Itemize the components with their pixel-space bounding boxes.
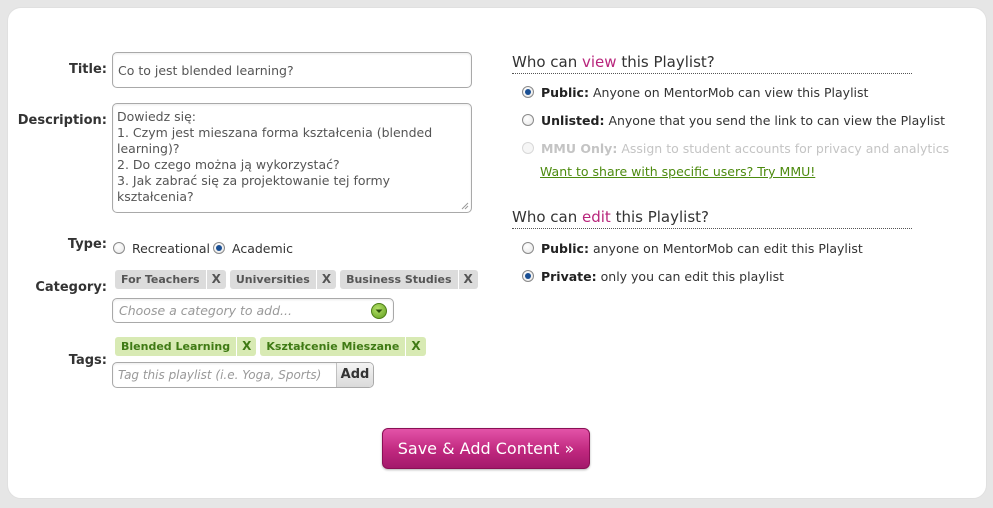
category-chip-list: For Teachers X Universities X Business S… — [115, 270, 482, 289]
tag-input[interactable]: Tag this playlist (i.e. Yoga, Sports) — [113, 363, 336, 387]
option-description: only you can edit this playlist — [600, 269, 784, 284]
title-input[interactable]: Co to jest blended learning? — [112, 52, 472, 88]
tag-chip-label: Kształcenie Mieszane — [266, 340, 400, 353]
heading-text: Who can — [512, 53, 582, 71]
type-option-recreational[interactable]: Recreational — [113, 241, 210, 256]
category-select[interactable]: Choose a category to add... — [112, 298, 394, 323]
tag-chip-list: Blended Learning X Kształcenie Mieszane … — [115, 337, 430, 356]
option-title: Public: — [540, 85, 589, 100]
remove-category-button[interactable]: X — [457, 270, 478, 289]
category-chip: Business Studies X — [340, 270, 478, 289]
category-chip: For Teachers X — [115, 270, 226, 289]
description-label: Description: — [17, 113, 107, 128]
tags-label: Tags: — [68, 353, 107, 368]
category-select-placeholder: Choose a category to add... — [119, 303, 292, 318]
save-add-content-button[interactable]: Save & Add Content » — [382, 428, 590, 469]
chevron-down-icon[interactable] — [371, 302, 387, 319]
radio-academic[interactable] — [213, 242, 225, 254]
radio-recreational[interactable] — [113, 242, 125, 254]
description-line: Dowiedz się: — [117, 109, 197, 124]
heading-accent: view — [582, 53, 617, 71]
radio-view-mmu — [522, 142, 534, 154]
radio-view-unlisted[interactable] — [522, 114, 534, 126]
option-description: Anyone on MentorMob can view this Playli… — [592, 85, 869, 100]
heading-accent: edit — [582, 208, 611, 226]
description-line: 1. Czym jest mieszana forma kształcenia … — [117, 125, 433, 140]
category-chip: Universities X — [229, 270, 337, 289]
description-line: 2. Do czego można ją wykorzystać? — [117, 157, 340, 172]
view-option-public[interactable]: Public: Anyone on MentorMob can view thi… — [522, 85, 868, 100]
edit-option-private[interactable]: Private: only you can edit this playlist — [522, 269, 784, 284]
resize-handle-icon[interactable] — [461, 202, 469, 210]
mmu-link[interactable]: Want to share with specific users? Try M… — [540, 164, 815, 179]
edit-option-public[interactable]: Public: anyone on MentorMob can edit thi… — [522, 241, 863, 256]
tag-input-group: Tag this playlist (i.e. Yoga, Sports) Ad… — [112, 362, 374, 388]
title-label: Title: — [68, 62, 107, 77]
option-title: Unlisted: — [540, 113, 605, 128]
option-title: Private: — [540, 269, 597, 284]
description-textarea[interactable]: Dowiedz się: 1. Czym jest mieszana forma… — [112, 103, 472, 213]
option-description: Anyone that you send the link to can vie… — [608, 113, 946, 128]
category-chip-label: Business Studies — [346, 273, 452, 286]
remove-category-button[interactable]: X — [315, 270, 336, 289]
heading-text: this Playlist? — [616, 53, 715, 71]
option-description: Assign to student accounts for privacy a… — [621, 141, 950, 156]
type-option-label: Academic — [231, 241, 293, 256]
heading-text: Who can — [512, 208, 582, 226]
remove-tag-button[interactable]: X — [405, 337, 425, 356]
remove-tag-button[interactable]: X — [236, 337, 256, 356]
heading-text: this Playlist? — [610, 208, 709, 226]
option-description: anyone on MentorMob can edit this Playli… — [592, 241, 863, 256]
tag-chip-label: Blended Learning — [121, 340, 231, 353]
edit-permission-heading: Who can edit this Playlist? — [512, 208, 912, 229]
type-option-label: Recreational — [131, 241, 210, 256]
tag-chip: Kształcenie Mieszane X — [260, 337, 426, 356]
view-option-unlisted[interactable]: Unlisted: Anyone that you send the link … — [522, 113, 945, 128]
category-chip-label: For Teachers — [121, 273, 200, 286]
remove-category-button[interactable]: X — [205, 270, 226, 289]
description-line: 3. Jak zabrać się za projektowanie tej f… — [117, 173, 391, 204]
description-line: learning)? — [117, 141, 180, 156]
option-title: Public: — [540, 241, 589, 256]
type-label: Type: — [67, 237, 107, 252]
add-tag-button[interactable]: Add — [336, 363, 373, 387]
option-title: MMU Only: — [540, 141, 618, 156]
category-chip-label: Universities — [235, 273, 310, 286]
view-option-mmu: MMU Only: Assign to student accounts for… — [522, 141, 949, 156]
title-input-value: Co to jest blended learning? — [118, 63, 294, 78]
radio-edit-private[interactable] — [522, 270, 534, 282]
radio-view-public[interactable] — [522, 86, 534, 98]
tag-chip: Blended Learning X — [115, 337, 257, 356]
category-label: Category: — [35, 280, 107, 295]
type-option-academic[interactable]: Academic — [213, 241, 293, 256]
view-permission-heading: Who can view this Playlist? — [512, 53, 912, 74]
radio-edit-public[interactable] — [522, 242, 534, 254]
